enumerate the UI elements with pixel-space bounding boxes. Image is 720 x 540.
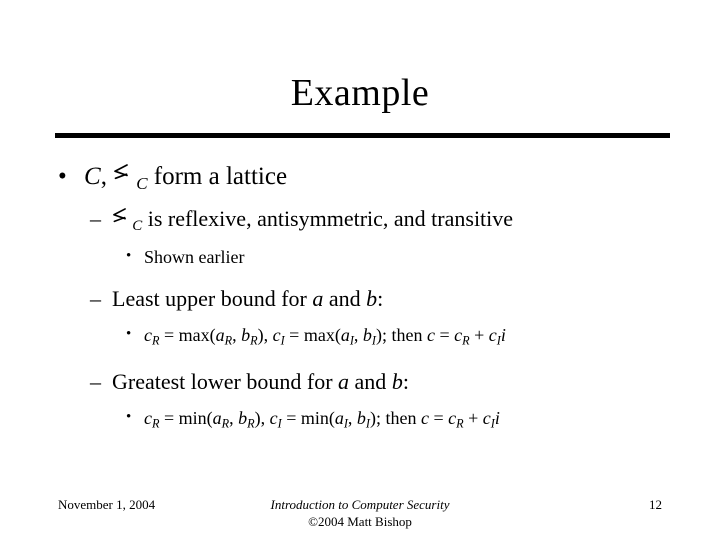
bullet-marker-level3: • [126, 325, 132, 342]
subscript-c: C [132, 217, 143, 234]
formula-plus: + [463, 408, 483, 429]
bullet-level3-shown-earlier: • Shown earlier [126, 244, 720, 271]
formula-c: c [448, 408, 457, 429]
formula-mid: ), [254, 408, 270, 429]
formula-a: a [212, 408, 222, 429]
formula-c: c [488, 324, 497, 345]
formula-c: c [144, 324, 152, 345]
formula-separator: , [229, 408, 239, 429]
formula-subscript-r: R [247, 416, 255, 431]
footer-subtitle: Introduction to Computer Security [270, 497, 450, 512]
bullet-level2-least-upper-bound: – Least upper bound for a and b: [90, 283, 720, 314]
comma-separator: , [100, 163, 114, 190]
bullet-marker-level3: • [126, 247, 132, 264]
formula-greatest-lower-bound: • cR = min(aR, bR), cI = min(aI, bI); th… [126, 405, 720, 437]
footer-copyright: ©2004 Matt Bishop [308, 514, 412, 529]
bullet-marker-level2: – [90, 285, 101, 311]
formula-a: a [215, 324, 225, 345]
colon: : [377, 285, 384, 311]
bullet-level1-text: form a lattice [147, 163, 288, 190]
bullet-marker-level2: – [90, 369, 101, 395]
formula-b: b [356, 408, 366, 429]
formula-c: c [272, 324, 281, 345]
bullet-level2-properties: – C is reflexive, antisymmetric, and tra… [90, 203, 720, 242]
formula-equals: = [429, 408, 449, 429]
formula-subscript-r: R [462, 333, 470, 348]
bullet-level1-lattice: • C, C form a lattice [58, 160, 720, 200]
subscript-c: C [136, 173, 148, 193]
slide-footer: November 1, 2004 Introduction to Compute… [0, 494, 720, 540]
slide-body: • C, C form a lattice – C is reflexive, … [0, 160, 720, 440]
formula-c: c [144, 408, 152, 429]
formula-mid: ), [257, 324, 273, 345]
conjunction-and: and [349, 369, 392, 395]
formula-imaginary-unit: i [500, 324, 506, 345]
variable-b: b [366, 285, 378, 311]
bullet-marker-level2: – [90, 205, 101, 231]
formula-equals-max: = max( [284, 324, 341, 345]
bullet-level2-greatest-lower-bound: – Greatest lower bound for a and b: [90, 366, 720, 397]
formula-equals-min: = min( [159, 408, 213, 429]
formula-c: c [421, 408, 429, 429]
formula-c: c [482, 408, 491, 429]
formula-b: b [241, 324, 251, 345]
formula-separator: , [347, 408, 357, 429]
slide: Example • C, C form a lattice – C is ref… [0, 0, 720, 540]
formula-plus: + [469, 324, 489, 345]
formula-equals: = [434, 324, 455, 345]
formula-subscript-r: R [250, 333, 258, 348]
colon: : [402, 369, 409, 395]
formula-separator: , [232, 324, 242, 345]
less-than-or-equal-icon [112, 205, 132, 227]
formula-subscript-r: R [456, 416, 464, 431]
title-divider [55, 133, 670, 138]
set-symbol-c: C [84, 163, 101, 190]
formula-c: c [269, 408, 278, 429]
formula-least-upper-bound: • cR = max(aR, bR), cI = max(aI, bI); th… [126, 322, 720, 354]
conjunction-and: and [323, 285, 367, 311]
formula-b: b [362, 324, 372, 345]
bullet-level2-text: is reflexive, antisymmetric, and transit… [142, 205, 514, 231]
formula-then: ); then [370, 408, 421, 429]
formula-c: c [454, 324, 463, 345]
bullet-marker-level3: • [126, 409, 132, 426]
formula-a: a [334, 408, 344, 429]
formula-b: b [238, 408, 248, 429]
less-than-or-equal-icon [113, 160, 136, 185]
variable-b: b [391, 369, 403, 395]
formula-equals-min: = min( [281, 408, 335, 429]
formula-separator: , [353, 324, 363, 345]
lub-text: Least upper bound for [112, 285, 313, 311]
variable-a: a [338, 369, 350, 395]
variable-a: a [312, 285, 324, 311]
glb-text: Greatest lower bound for [112, 369, 339, 395]
formula-subscript-r: R [224, 333, 233, 348]
bullet-level3-text: Shown earlier [144, 246, 245, 267]
footer-center: Introduction to Computer Security ©2004 … [0, 496, 720, 530]
formula-then: ); then [375, 324, 427, 345]
formula-subscript-r: R [221, 416, 230, 431]
footer-page-number: 12 [649, 497, 662, 512]
page-title: Example [290, 72, 430, 114]
formula-imaginary-unit: i [494, 408, 500, 429]
formula-a: a [340, 324, 350, 345]
formula-equals-max: = max( [159, 324, 216, 345]
bullet-marker-level1: • [58, 163, 67, 190]
formula-c: c [426, 324, 435, 345]
